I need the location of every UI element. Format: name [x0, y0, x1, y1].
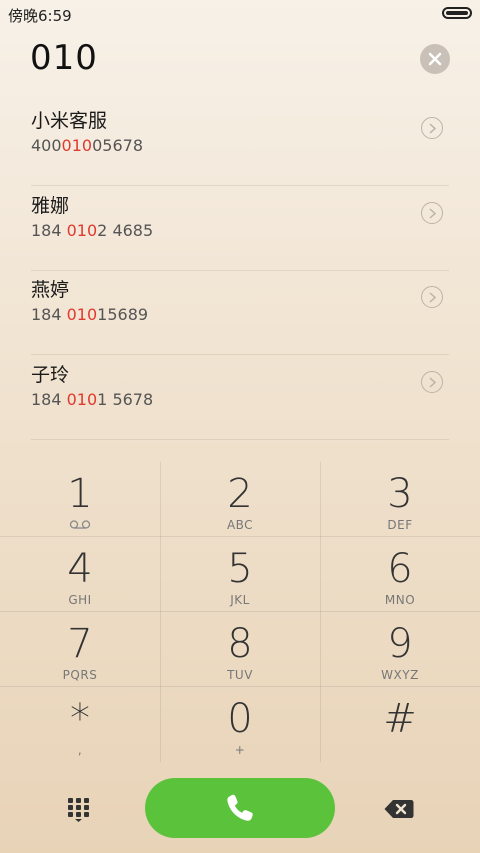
battery-icon	[442, 7, 472, 19]
contact-detail-button[interactable]	[421, 286, 443, 308]
contact-row-2[interactable]: 燕婷 184 01015689	[31, 271, 449, 355]
chevron-right-icon	[429, 292, 437, 303]
chevron-right-icon	[429, 208, 437, 219]
contact-detail-button[interactable]	[421, 202, 443, 224]
contact-row-0[interactable]: 小米客服 40001005678	[31, 102, 449, 186]
key-2[interactable]: 2 ABC	[160, 462, 320, 537]
key-9[interactable]: 9 WXYZ	[320, 612, 480, 687]
contact-row-3[interactable]: 子玲 184 0101 5678	[31, 356, 449, 440]
keypad-grid-icon[interactable]	[66, 796, 92, 822]
contact-detail-button[interactable]	[421, 371, 443, 393]
call-button[interactable]	[145, 778, 335, 838]
close-icon	[428, 52, 442, 66]
key-1[interactable]: 1	[0, 462, 160, 537]
contact-name: 雅娜	[31, 195, 70, 217]
contact-name: 燕婷	[31, 279, 70, 301]
key-7[interactable]: 7 PQRS	[0, 612, 160, 687]
key-6[interactable]: 6 MNO	[320, 537, 480, 612]
key-4[interactable]: 4 GHI	[0, 537, 160, 612]
contact-number: 184 01015689	[31, 305, 149, 324]
contact-detail-button[interactable]	[421, 117, 443, 139]
contact-name: 小米客服	[31, 110, 108, 132]
dialer-bottom-bar	[0, 770, 480, 853]
key-5[interactable]: 5 JKL	[160, 537, 320, 612]
clear-input-button[interactable]	[420, 44, 450, 74]
dial-number-input[interactable]: 010	[30, 38, 98, 78]
chevron-right-icon	[429, 123, 437, 134]
voicemail-icon	[69, 520, 91, 529]
contact-row-1[interactable]: 雅娜 184 0102 4685	[31, 187, 449, 271]
key-star[interactable]: * ,	[0, 687, 160, 762]
chevron-right-icon	[429, 377, 437, 388]
phone-icon	[227, 794, 253, 821]
contact-number: 184 0101 5678	[31, 390, 154, 409]
backspace-icon[interactable]	[383, 798, 415, 820]
key-hash[interactable]: #	[320, 687, 480, 762]
status-bar: 傍晚6:59	[0, 0, 480, 26]
key-3[interactable]: 3 DEF	[320, 462, 480, 537]
contact-number: 184 0102 4685	[31, 221, 154, 240]
status-time: 傍晚6:59	[8, 7, 72, 25]
contact-name: 子玲	[31, 364, 70, 386]
dial-keypad: 1 2 ABC 3 DEF 4 GHI 5 JKL 6 MNO 7 PQRS 8…	[0, 462, 480, 762]
key-8[interactable]: 8 TUV	[160, 612, 320, 687]
contact-number: 40001005678	[31, 136, 143, 155]
key-0[interactable]: 0 +	[160, 687, 320, 762]
